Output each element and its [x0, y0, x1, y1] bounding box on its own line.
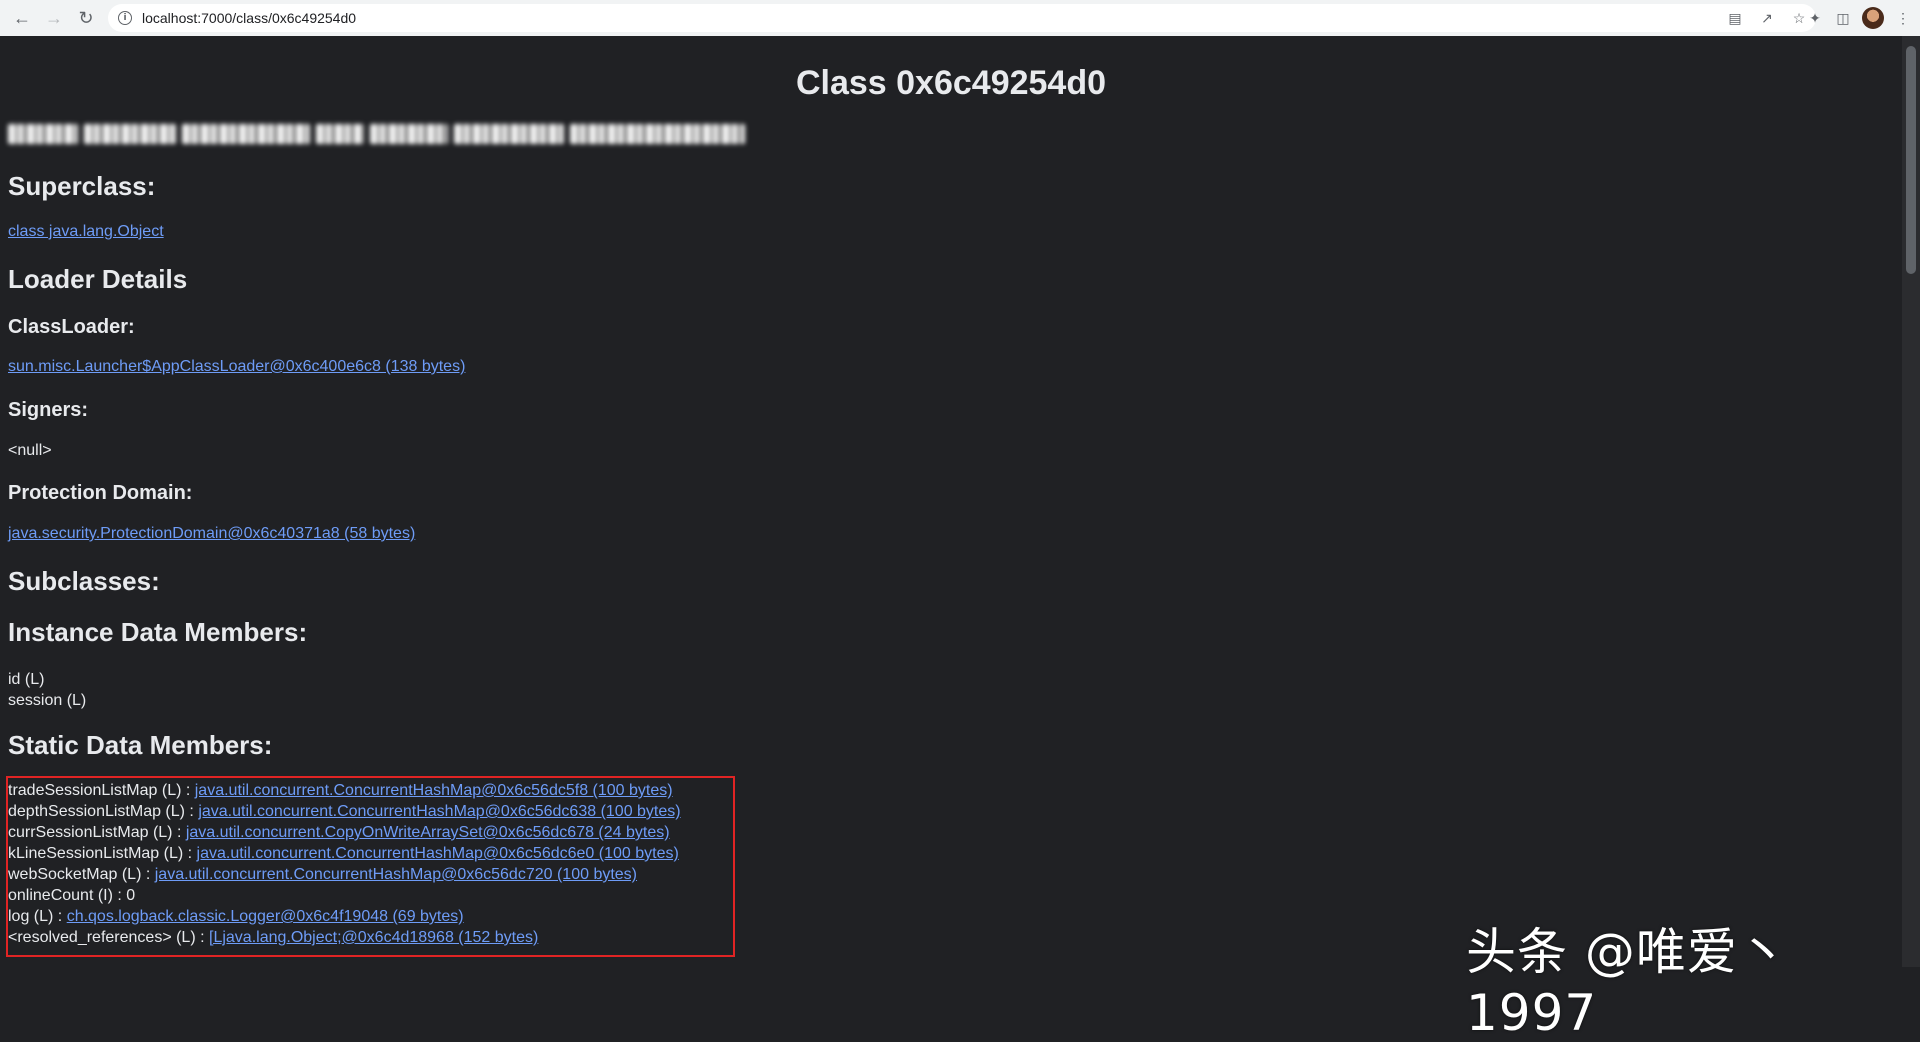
url-text[interactable]: localhost:7000/class/0x6c49254d0	[142, 10, 356, 26]
share-icon[interactable]: ↗	[1758, 9, 1776, 27]
classloader-link[interactable]: sun.misc.Launcher$AppClassLoader@0x6c400…	[8, 358, 465, 376]
static-member-row: log (L) : ch.qos.logback.classic.Logger@…	[8, 906, 681, 927]
static-member-row: webSocketMap (L) : java.util.concurrent.…	[8, 864, 681, 885]
static-member-label: log (L) :	[8, 908, 67, 925]
static-member-label: webSocketMap (L) :	[8, 866, 155, 883]
vertical-scrollbar[interactable]	[1902, 36, 1920, 967]
static-member-link[interactable]: [Ljava.lang.Object;@0x6c4d18968 (152 byt…	[209, 929, 538, 946]
static-members-heading: Static Data Members:	[8, 730, 273, 760]
static-member-link[interactable]: java.util.concurrent.ConcurrentHashMap@0…	[195, 782, 673, 799]
static-member-label: <resolved_references> (L) :	[8, 929, 209, 946]
avatar[interactable]	[1862, 7, 1884, 29]
static-member-link[interactable]: java.util.concurrent.ConcurrentHashMap@0…	[198, 803, 680, 820]
browser-toolbar: ← → ↻ i localhost:7000/class/0x6c49254d0…	[0, 0, 1920, 36]
loader-details-heading: Loader Details	[8, 264, 188, 294]
protection-domain-heading: Protection Domain:	[8, 482, 193, 504]
signers-value: <null>	[8, 442, 52, 459]
classloader-heading: ClassLoader:	[8, 316, 135, 338]
static-member-row: onlineCount (I) : 0	[8, 885, 681, 906]
static-member-link[interactable]: java.util.concurrent.ConcurrentHashMap@0…	[155, 866, 637, 883]
menu-icon[interactable]: ⋮	[1894, 9, 1912, 27]
site-info-icon[interactable]: i	[118, 11, 132, 25]
static-member-label: tradeSessionListMap (L) :	[8, 782, 195, 799]
address-bar[interactable]: i localhost:7000/class/0x6c49254d0 ▤ ↗ ☆	[108, 4, 1816, 32]
instance-member: id (L)	[8, 671, 45, 688]
static-member-label: currSessionListMap (L) :	[8, 824, 186, 841]
static-member-label: onlineCount (I) : 0	[8, 887, 136, 904]
signers-heading: Signers:	[8, 399, 89, 421]
instance-members-list: id (L) session (L)	[8, 669, 86, 711]
blurred-class-name	[8, 119, 920, 149]
static-member-row: tradeSessionListMap (L) : java.util.conc…	[8, 780, 681, 801]
instance-members-heading: Instance Data Members:	[8, 617, 308, 647]
page-content: Class 0x6c49254d0 Superclass: class java…	[0, 36, 1902, 1042]
static-member-label: kLineSessionListMap (L) :	[8, 845, 197, 862]
static-member-row: currSessionListMap (L) : java.util.concu…	[8, 822, 681, 843]
back-icon[interactable]: ←	[6, 2, 38, 34]
static-members-list: tradeSessionListMap (L) : java.util.conc…	[8, 780, 681, 948]
watermark: 头条 @唯爱丶1997	[1466, 923, 1789, 1042]
side-panel-icon[interactable]: ◫	[1834, 9, 1852, 27]
reload-icon[interactable]: ↻	[70, 2, 102, 34]
instance-member: session (L)	[8, 692, 87, 709]
static-member-link[interactable]: java.util.concurrent.CopyOnWriteArraySet…	[186, 824, 670, 841]
superclass-link[interactable]: class java.lang.Object	[8, 223, 164, 241]
superclass-heading: Superclass:	[8, 171, 156, 201]
scrollbar-thumb[interactable]	[1906, 46, 1916, 274]
protection-domain-link[interactable]: java.security.ProtectionDomain@0x6c40371…	[8, 525, 415, 543]
translate-icon[interactable]: ▤	[1726, 9, 1744, 27]
static-member-label: depthSessionListMap (L) :	[8, 803, 199, 820]
subclasses-heading: Subclasses:	[8, 566, 160, 596]
static-member-link[interactable]: java.util.concurrent.ConcurrentHashMap@0…	[197, 845, 679, 862]
static-member-row: depthSessionListMap (L) : java.util.conc…	[8, 801, 681, 822]
extensions-icon[interactable]: ✦	[1806, 9, 1824, 27]
static-member-row: kLineSessionListMap (L) : java.util.conc…	[8, 843, 681, 864]
forward-icon[interactable]: →	[38, 2, 70, 34]
page-title: Class 0x6c49254d0	[795, 64, 1107, 102]
static-member-row: <resolved_references> (L) : [Ljava.lang.…	[8, 927, 681, 948]
static-member-link[interactable]: ch.qos.logback.classic.Logger@0x6c4f1904…	[67, 908, 464, 925]
